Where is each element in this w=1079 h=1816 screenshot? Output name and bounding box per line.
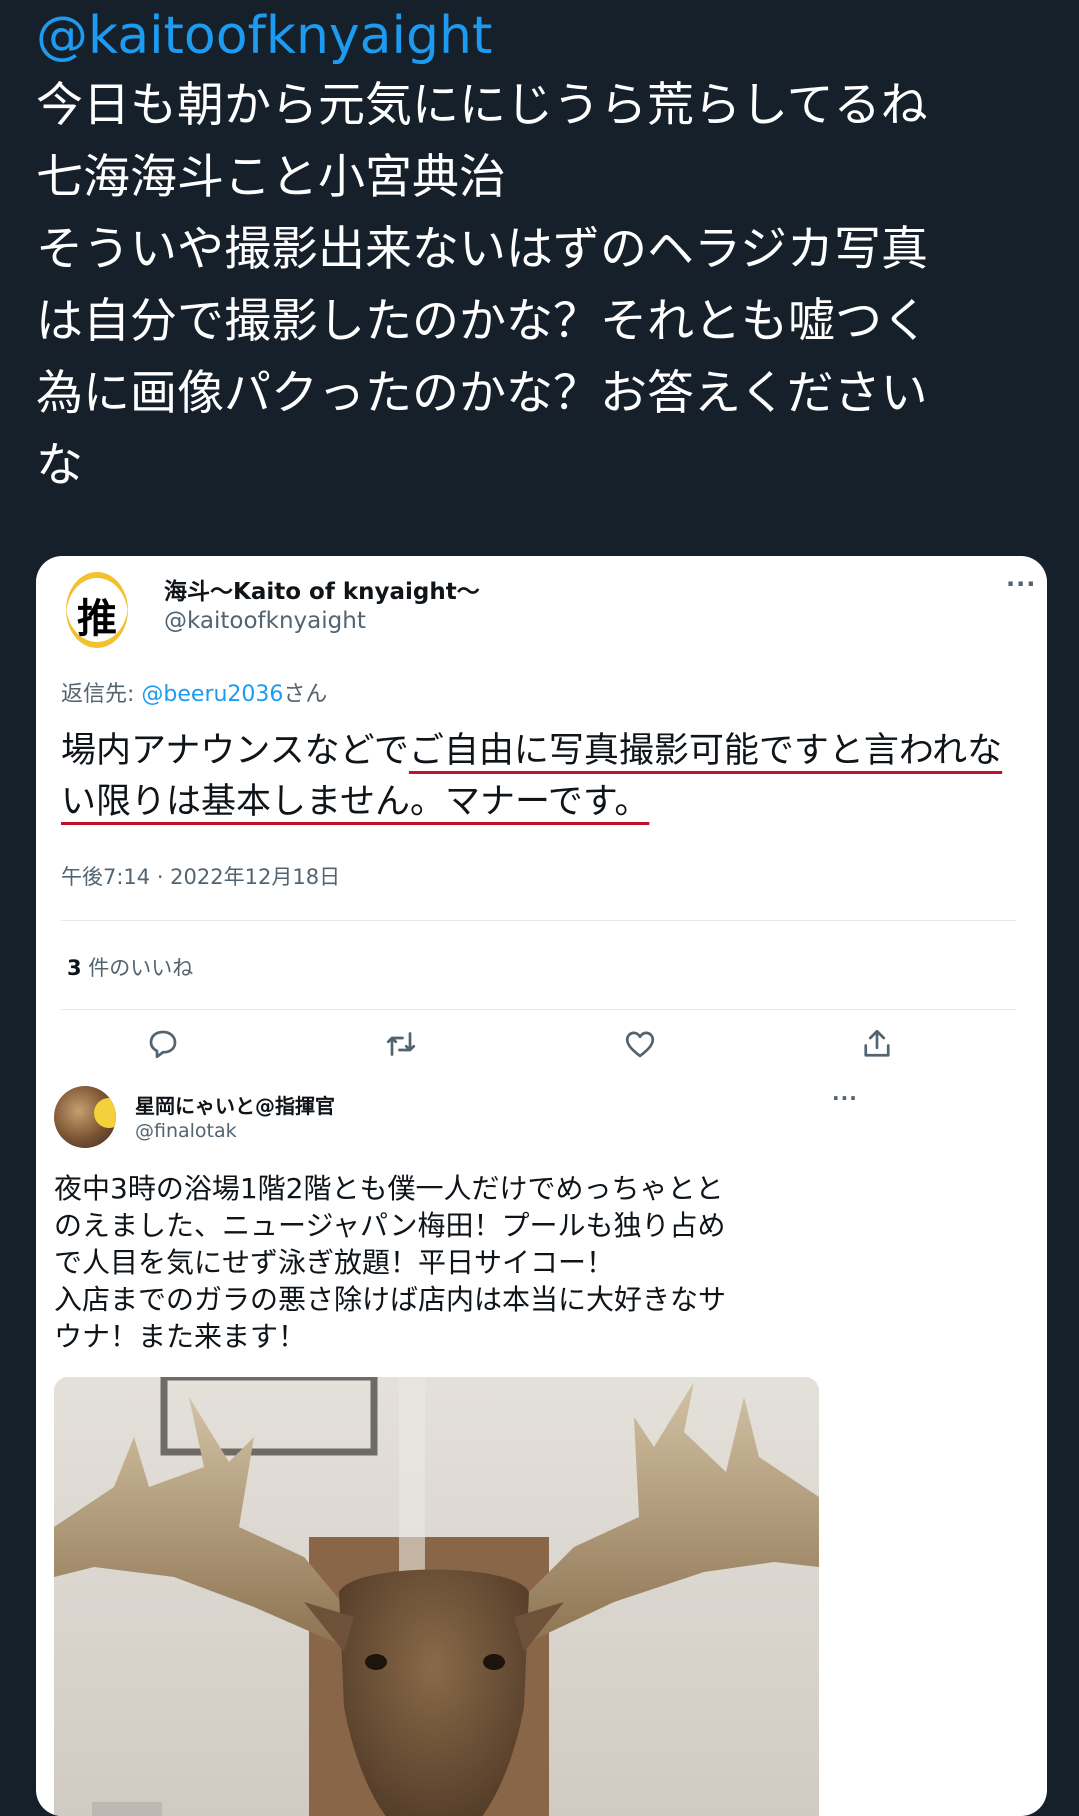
display-name[interactable]: 星岡にゃいと@指揮官: [135, 1090, 335, 1119]
main-post: @kaitoofknyaight 今日も朝から元気ににじうら荒らしてるね 七海海…: [36, 4, 1046, 502]
divider: [61, 1009, 1016, 1010]
author-handle[interactable]: @kaitoofknyaight: [36, 4, 1046, 68]
moose-head-photo[interactable]: [54, 1377, 819, 1816]
avatar[interactable]: 推: [66, 572, 128, 648]
username[interactable]: @kaitoofknyaight: [164, 608, 366, 634]
likes-label: 件のいいね: [81, 956, 194, 980]
display-name[interactable]: 海斗〜Kaito of knyaight〜: [164, 572, 480, 606]
post-text: 今日も朝から元気ににじうら荒らしてるね 七海海斗こと小宮典治 そういや撮影出来な…: [36, 78, 929, 493]
quoted-tweet-header: 推 海斗〜Kaito of knyaight〜 @kaitoofknyaight…: [64, 566, 1035, 656]
body-text: 場内アナウンスなどで: [61, 731, 409, 771]
share-icon[interactable]: [859, 1026, 895, 1062]
reply-icon[interactable]: [145, 1026, 181, 1062]
username[interactable]: @finalotak: [135, 1120, 237, 1142]
nested-tweet-text: 夜中3時の浴場1階2階とも僕一人だけでめっちゃとと のえました、ニュージャパン梅…: [54, 1172, 727, 1353]
likes-number: 3: [67, 956, 82, 980]
more-options-icon[interactable]: ···: [832, 1086, 858, 1110]
retweet-icon[interactable]: [383, 1026, 419, 1062]
reply-to-prefix: 返信先:: [61, 682, 142, 707]
smiley-badge: [94, 1098, 116, 1128]
moose-head-image: [54, 1377, 819, 1816]
screenshot-card: 推 海斗〜Kaito of knyaight〜 @kaitoofknyaight…: [36, 556, 1047, 1816]
more-options-icon[interactable]: ···: [1006, 570, 1036, 598]
reply-to: 返信先: @beeru2036さん: [61, 676, 327, 708]
likes-count[interactable]: 3 件のいいね: [67, 952, 193, 982]
like-icon[interactable]: [622, 1026, 658, 1062]
reply-to-suffix: さん: [283, 682, 328, 707]
avatar-glyph: 推: [77, 595, 117, 642]
avatar[interactable]: [54, 1086, 116, 1148]
reply-mention-link[interactable]: @beeru2036: [141, 682, 283, 707]
quoted-tweet-body: 場内アナウンスなどでご自由に写真撮影可能ですと言われない限りは基本しません。マナ…: [61, 726, 1021, 828]
divider: [61, 920, 1016, 921]
timestamp[interactable]: 午後7:14 · 2022年12月18日: [61, 861, 340, 891]
